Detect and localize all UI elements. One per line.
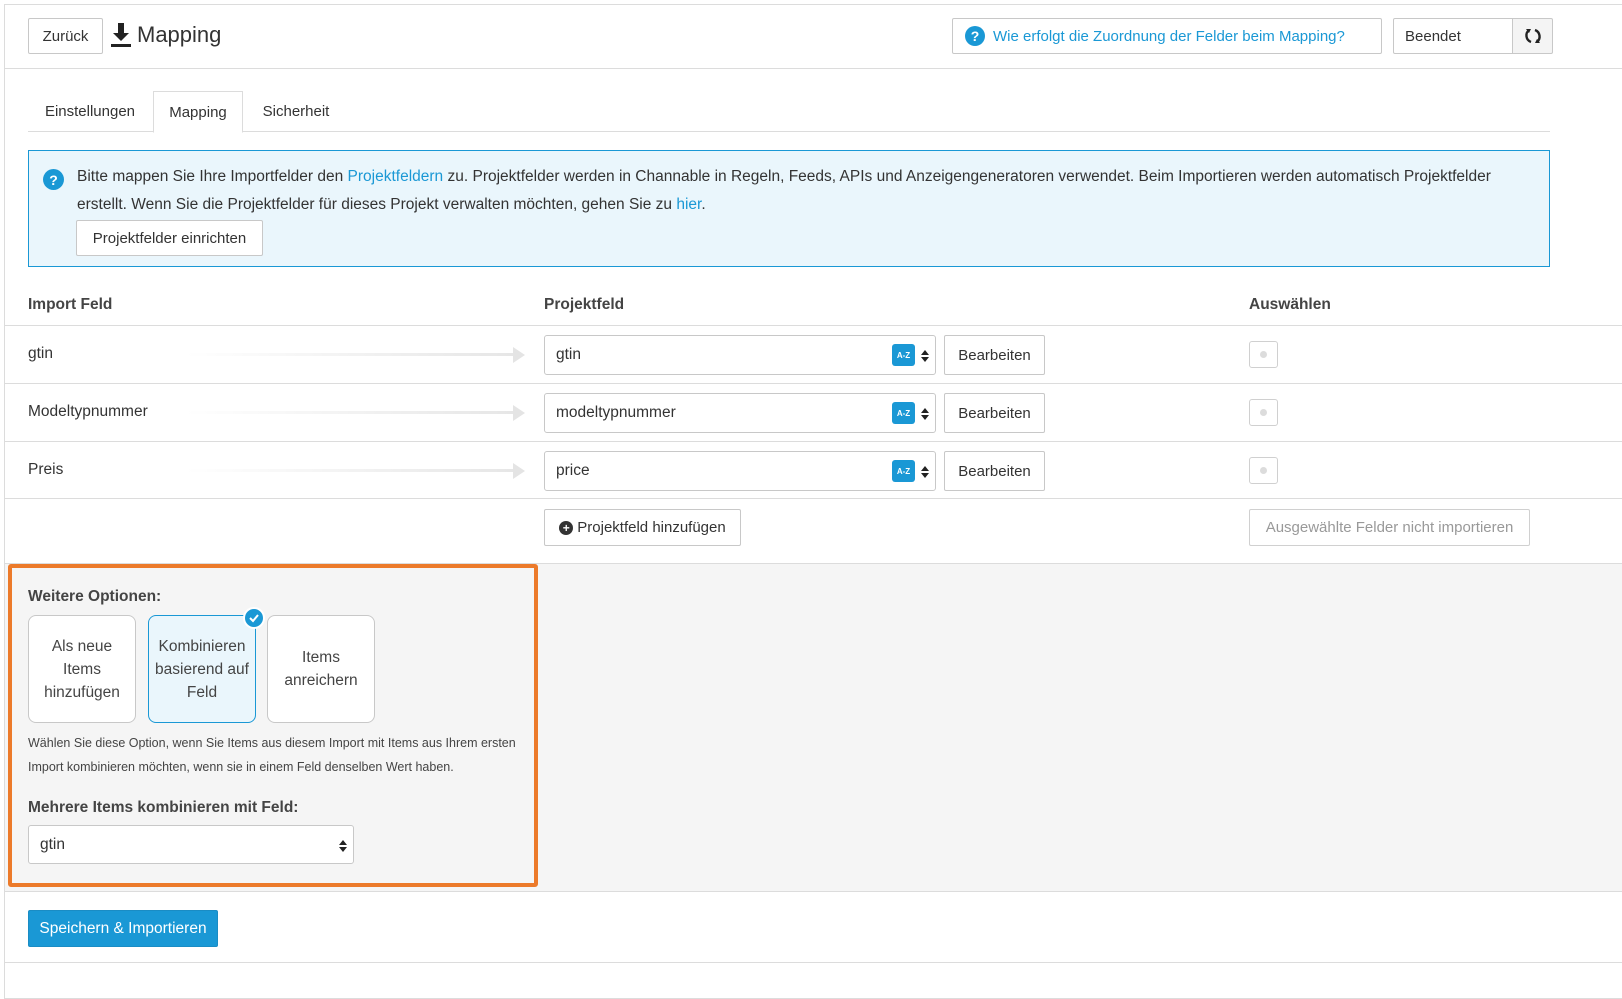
- add-project-field-label: Projektfeld hinzufügen: [577, 519, 726, 536]
- refresh-button[interactable]: [1513, 18, 1553, 54]
- import-field-label: Modeltypnummer: [28, 403, 148, 420]
- status-field: Beendet: [1393, 18, 1513, 54]
- add-project-field-button[interactable]: + Projektfeld hinzufügen: [544, 509, 741, 546]
- option-add-new-items[interactable]: Als neue Items hinzufügen: [28, 615, 136, 723]
- info-box: ? Bitte mappen Sie Ihre Importfelder den…: [28, 150, 1550, 267]
- edit-button[interactable]: Bearbeiten: [944, 335, 1045, 375]
- project-fields-link[interactable]: Projektfeldern: [348, 168, 444, 185]
- column-header-project-field: Projektfeld: [544, 296, 625, 313]
- info-text-part: Bitte mappen Sie Ihre Importfelder den: [77, 168, 348, 185]
- mapping-arrow: [185, 469, 515, 472]
- option-enrich-items[interactable]: Items anreichern: [267, 615, 375, 723]
- project-field-select[interactable]: gtin A-Z: [544, 335, 936, 375]
- option-label: Als neue Items hinzufügen: [44, 637, 120, 701]
- sort-az-icon: A-Z: [892, 402, 915, 424]
- sort-az-icon: A-Z: [892, 460, 915, 482]
- table-row: Modeltypnummer modeltypnummer A-Z Bearbe…: [5, 383, 1622, 441]
- option-label: Items anreichern: [284, 649, 358, 689]
- refresh-icon: [1524, 28, 1541, 44]
- import-field-label: Preis: [28, 461, 64, 478]
- download-icon: [111, 23, 131, 47]
- page-header: Zurück Mapping ? Wie erfolgt die Zuordnu…: [5, 5, 1622, 69]
- tab-bar: Einstellungen Mapping Sicherheit: [28, 91, 1550, 133]
- combine-field-select[interactable]: gtin: [28, 825, 354, 864]
- arrow-right-icon: [513, 347, 525, 363]
- edit-button[interactable]: Bearbeiten: [944, 451, 1045, 491]
- plus-circle-icon: +: [559, 520, 574, 535]
- divider: [5, 962, 1622, 963]
- back-button[interactable]: Zurück: [28, 18, 103, 54]
- sort-caret-icon: [921, 350, 929, 362]
- select-checkbox[interactable]: [1249, 341, 1278, 368]
- sort-caret-icon: [921, 466, 929, 478]
- sort-caret-icon: [339, 840, 347, 852]
- tab-mapping[interactable]: Mapping: [153, 91, 243, 133]
- dont-import-selected-button[interactable]: Ausgewählte Felder nicht importieren: [1249, 509, 1530, 546]
- import-mapping-page: Zurück Mapping ? Wie erfolgt die Zuordnu…: [4, 4, 1622, 999]
- more-options-title: Weitere Optionen:: [28, 588, 162, 605]
- project-field-value: modeltypnummer: [556, 404, 676, 421]
- option-label: Kombinieren basierend auf Feld: [155, 637, 249, 701]
- option-combine-by-field[interactable]: Kombinieren basierend auf Feld: [148, 615, 256, 723]
- option-description: Wählen Sie diese Option, wenn Sie Items …: [28, 736, 516, 774]
- combine-field-value: gtin: [40, 836, 65, 853]
- edit-button[interactable]: Bearbeiten: [944, 393, 1045, 433]
- tab-einstellungen[interactable]: Einstellungen: [28, 91, 152, 132]
- sort-caret-icon: [921, 408, 929, 420]
- tab-sicherheit[interactable]: Sicherheit: [246, 91, 346, 132]
- setup-project-fields-button[interactable]: Projektfelder einrichten: [76, 220, 263, 256]
- select-checkbox[interactable]: [1249, 399, 1278, 426]
- arrow-right-icon: [513, 463, 525, 479]
- import-field-label: gtin: [28, 345, 53, 362]
- table-row: gtin gtin A-Z Bearbeiten: [5, 325, 1622, 383]
- page-title: Mapping: [137, 22, 222, 47]
- arrow-right-icon: [513, 405, 525, 421]
- sort-az-icon: A-Z: [892, 344, 915, 366]
- project-field-select[interactable]: price A-Z: [544, 451, 936, 491]
- info-text-part: .: [701, 196, 706, 213]
- check-icon: [243, 607, 265, 629]
- project-field-select[interactable]: modeltypnummer A-Z: [544, 393, 936, 433]
- table-actions-row: + Projektfeld hinzufügen Ausgewählte Fel…: [5, 498, 1622, 563]
- question-icon: ?: [965, 26, 985, 46]
- mapping-arrow: [185, 353, 515, 356]
- select-checkbox[interactable]: [1249, 457, 1278, 484]
- mapping-help-button[interactable]: ? Wie erfolgt die Zuordnung der Felder b…: [952, 18, 1382, 54]
- combine-field-label: Mehrere Items kombinieren mit Feld:: [28, 799, 299, 816]
- save-and-import-button[interactable]: Speichern & Importieren: [28, 910, 218, 947]
- question-icon: ?: [43, 169, 64, 190]
- table-row: Preis price A-Z Bearbeiten: [5, 441, 1622, 499]
- status-group: Beendet: [1393, 18, 1553, 54]
- project-field-value: gtin: [556, 346, 581, 363]
- mapping-arrow: [185, 411, 515, 414]
- info-text: Bitte mappen Sie Ihre Importfelder den P…: [77, 163, 1537, 219]
- column-header-import-field: Import Feld: [28, 296, 113, 313]
- column-header-select: Auswählen: [1249, 296, 1331, 313]
- project-field-value: price: [556, 462, 590, 479]
- mapping-help-label: Wie erfolgt die Zuordnung der Felder bei…: [993, 27, 1345, 45]
- here-link[interactable]: hier: [676, 196, 701, 213]
